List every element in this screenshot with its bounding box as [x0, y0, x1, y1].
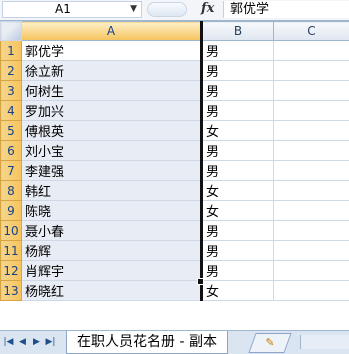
table-row: 7李建强男 [1, 161, 349, 181]
insert-sheet-tab[interactable]: ✎ [248, 333, 291, 353]
cell-b[interactable]: 女 [202, 201, 274, 221]
row-header[interactable]: 9 [1, 201, 22, 221]
table-row: 4罗加兴男 [1, 101, 349, 121]
cell-b[interactable]: 男 [202, 161, 274, 181]
row-header[interactable]: 3 [1, 81, 22, 101]
table-row: 13杨晓红女 [1, 281, 349, 301]
cell-a[interactable]: 何树生 [22, 81, 202, 101]
cell-c[interactable] [274, 101, 349, 121]
cell-a[interactable]: 韩红 [22, 181, 202, 201]
table-row: 10聂小春男 [1, 221, 349, 241]
new-sheet-icon: ✎ [253, 334, 287, 352]
row-header[interactable]: 11 [1, 241, 22, 261]
table-row: 12肖辉宇男 [1, 261, 349, 281]
cell-a[interactable]: 刘小宝 [22, 141, 202, 161]
cell-c[interactable] [274, 41, 349, 61]
row-header[interactable]: 4 [1, 101, 22, 121]
row-header[interactable]: 8 [1, 181, 22, 201]
cell-a[interactable]: 郭优学 [22, 41, 202, 61]
prev-sheet-icon[interactable]: ◀ [17, 334, 28, 350]
column-header-row: A B C [1, 22, 349, 41]
table-row: 6刘小宝男 [1, 141, 349, 161]
cell-c[interactable] [274, 241, 349, 261]
cell-b[interactable]: 男 [202, 261, 274, 281]
table-row: 1郭优学男 [1, 41, 349, 61]
first-sheet-icon[interactable]: |◀ [3, 334, 14, 350]
cell-c[interactable] [274, 201, 349, 221]
cell-b[interactable]: 女 [202, 281, 274, 301]
function-icon[interactable]: fx [201, 1, 214, 16]
cell-b[interactable]: 男 [202, 101, 274, 121]
sheet-tab-active[interactable]: 在职人员花名册 - 副本 [66, 331, 228, 354]
column-header-a[interactable]: A [22, 22, 202, 41]
table-row: 9陈晓女 [1, 201, 349, 221]
cell-b[interactable]: 男 [202, 141, 274, 161]
table-row: 8韩红女 [1, 181, 349, 201]
cell-b[interactable]: 女 [202, 121, 274, 141]
cell-c[interactable] [274, 181, 349, 201]
name-box-value: A1 [55, 2, 71, 17]
cell-c[interactable] [274, 61, 349, 81]
cell-a[interactable]: 傅根英 [22, 121, 202, 141]
cell-a[interactable]: 聂小春 [22, 221, 202, 241]
row-header[interactable]: 10 [1, 221, 22, 241]
cell-b[interactable]: 男 [202, 81, 274, 101]
row-header[interactable]: 1 [1, 41, 22, 61]
column-header-b[interactable]: B [202, 22, 274, 41]
cell-c[interactable] [274, 261, 349, 281]
row-header[interactable]: 12 [1, 261, 22, 281]
cell-c[interactable] [274, 121, 349, 141]
last-sheet-icon[interactable]: ▶| [45, 334, 56, 350]
next-sheet-icon[interactable]: ▶ [31, 334, 42, 350]
cell-c[interactable] [274, 281, 349, 301]
cell-a[interactable]: 罗加兴 [22, 101, 202, 121]
cell-a[interactable]: 李建强 [22, 161, 202, 181]
row-header[interactable]: 5 [1, 121, 22, 141]
chevron-down-icon[interactable]: ▼ [130, 2, 137, 17]
row-header[interactable]: 2 [1, 61, 22, 81]
row-header[interactable]: 6 [1, 141, 22, 161]
cell-a[interactable]: 徐立新 [22, 61, 202, 81]
cell-b[interactable]: 男 [202, 41, 274, 61]
spreadsheet-grid: A B C 1郭优学男2徐立新男3何树生男4罗加兴男5傅根英女6刘小宝男7李建强… [0, 21, 349, 301]
table-row: 2徐立新男 [1, 61, 349, 81]
cell-b[interactable]: 男 [202, 241, 274, 261]
column-header-c[interactable]: C [274, 22, 349, 41]
cell-b[interactable]: 女 [202, 181, 274, 201]
table-row: 5傅根英女 [1, 121, 349, 141]
table-row: 11杨辉男 [1, 241, 349, 261]
row-header[interactable]: 13 [1, 281, 22, 301]
select-all-corner[interactable] [1, 22, 22, 41]
cell-b[interactable]: 男 [202, 61, 274, 81]
horizontal-scrollbar[interactable] [300, 335, 349, 349]
cell-c[interactable] [274, 81, 349, 101]
cell-a[interactable]: 杨辉 [22, 241, 202, 261]
cell-a[interactable]: 陈晓 [22, 201, 202, 221]
table-row: 3何树生男 [1, 81, 349, 101]
cell-c[interactable] [274, 221, 349, 241]
formula-buttons [147, 2, 187, 17]
cell-a[interactable]: 肖辉宇 [22, 261, 202, 281]
cell-a[interactable]: 杨晓红 [22, 281, 202, 301]
formula-input[interactable]: 郭优学 [223, 1, 349, 18]
cell-b[interactable]: 男 [202, 221, 274, 241]
row-header[interactable]: 7 [1, 161, 22, 181]
formula-bar: A1 ▼ fx 郭优学 [0, 0, 349, 21]
cell-c[interactable] [274, 161, 349, 181]
sheet-tabs-bar: |◀ ◀ ▶ ▶| 在职人员花名册 - 副本 ✎ [0, 330, 349, 354]
cell-c[interactable] [274, 141, 349, 161]
name-box[interactable]: A1 ▼ [2, 1, 142, 18]
